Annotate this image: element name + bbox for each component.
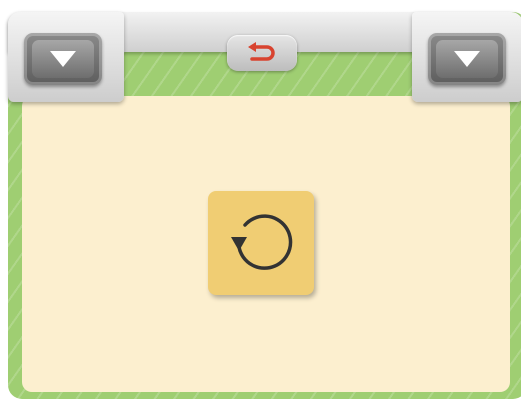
left-dropdown-button[interactable] <box>24 33 102 85</box>
undo-button[interactable] <box>227 35 297 71</box>
right-dropdown-face <box>436 40 498 78</box>
undo-arrow-icon <box>248 42 275 61</box>
top-toolbar <box>8 12 521 102</box>
left-dropdown-face <box>32 40 94 78</box>
rotate-button[interactable] <box>208 191 314 295</box>
triangle-down-icon <box>50 51 76 67</box>
rotate-counterclockwise-icon <box>231 214 293 270</box>
triangle-down-icon <box>454 51 480 67</box>
right-dropdown-button[interactable] <box>428 33 506 85</box>
